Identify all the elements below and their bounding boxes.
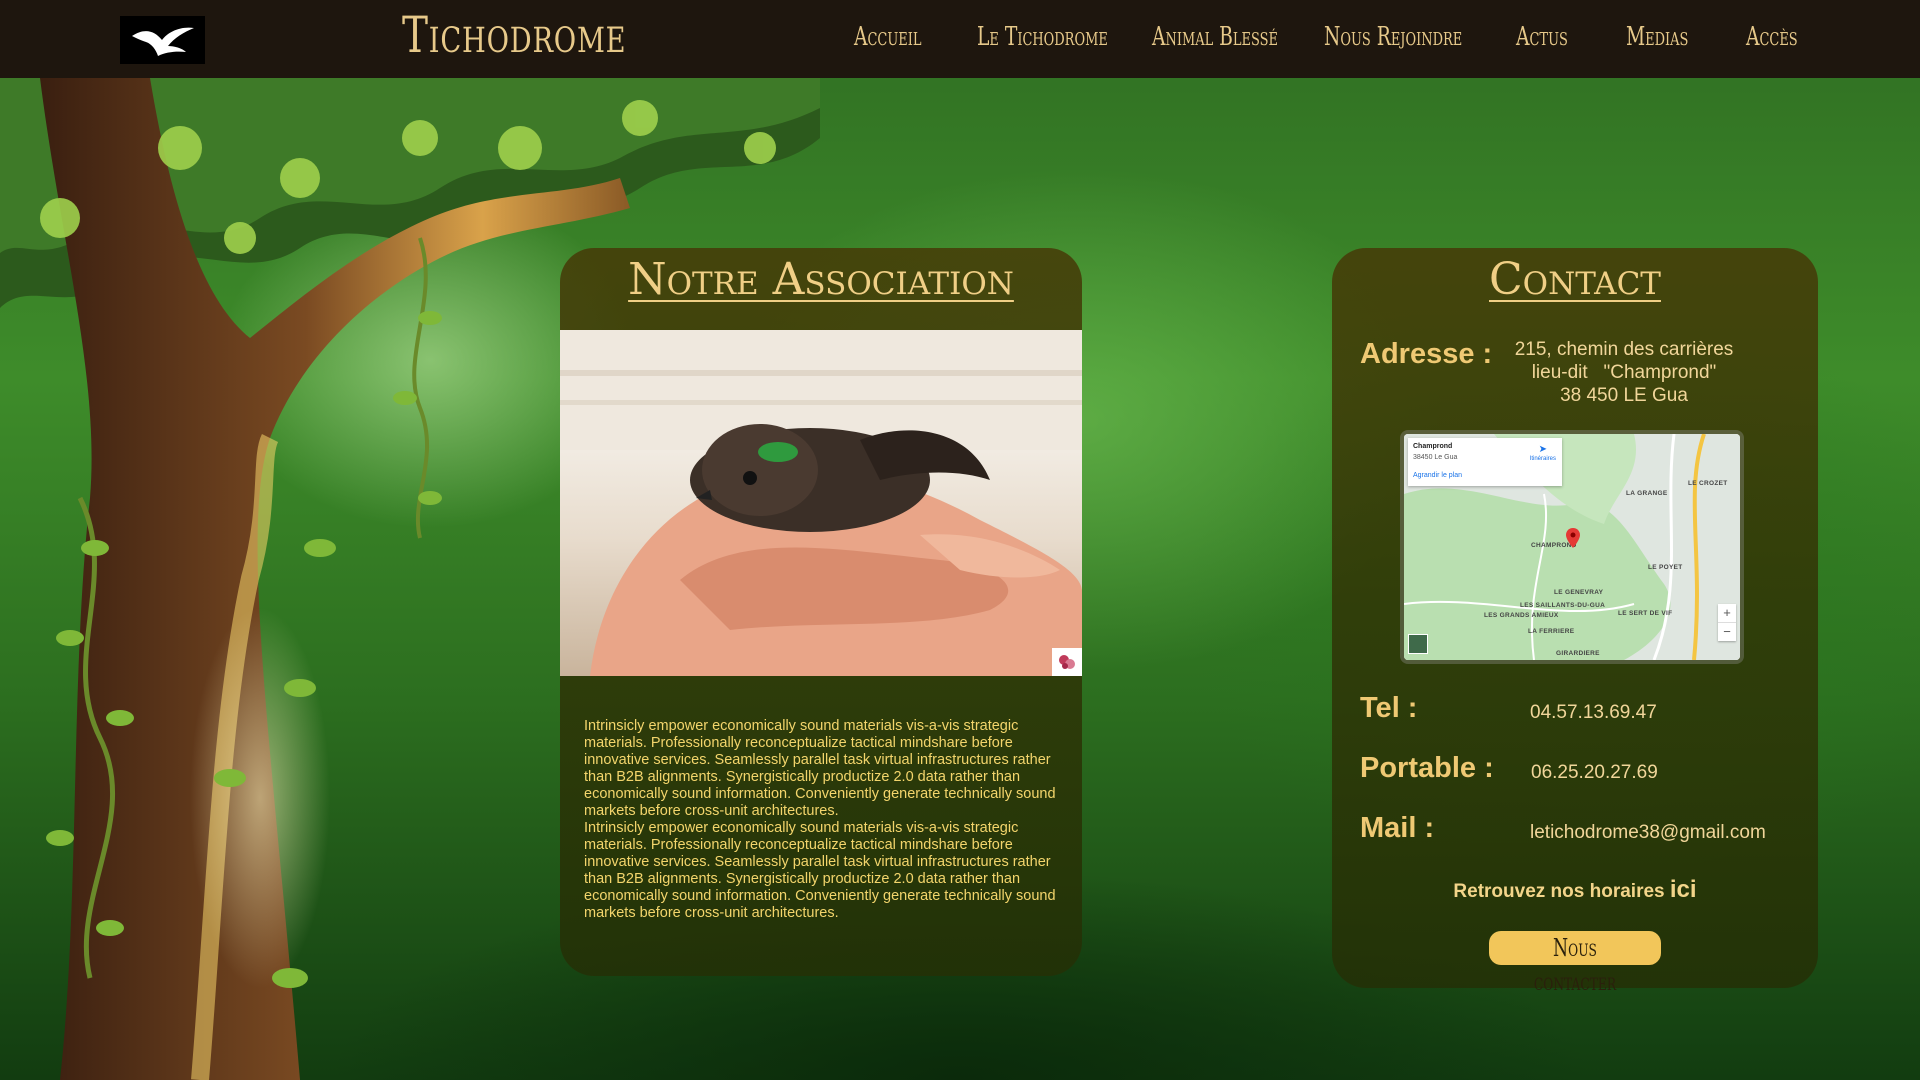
contact-title: Contact: [1489, 254, 1661, 305]
directions-icon: ➤: [1538, 444, 1548, 455]
map-label: LES GRANDS AMIEUX: [1484, 612, 1559, 619]
hours-link[interactable]: ici: [1670, 876, 1697, 903]
association-panel: Notre Association Intrinsicly empower ec…: [560, 248, 1082, 976]
mail-value[interactable]: letichodrome38@gmail.com: [1530, 822, 1766, 844]
swift-in-hand-illustration: [560, 330, 1082, 676]
nav-item-nous-rejoindre[interactable]: Nous Rejoindre: [1324, 22, 1462, 52]
map-label: LE GENEVRAY: [1554, 589, 1604, 596]
map-label: GIRARDIERE: [1556, 650, 1600, 657]
nav-item-actus[interactable]: Actus: [1516, 22, 1568, 52]
address-line: lieu-dit "Champrond": [1531, 362, 1717, 383]
association-paragraph: Intrinsicly empower economically sound m…: [584, 820, 1056, 921]
map-directions-label: Itinéraires: [1529, 456, 1556, 462]
map-label: LA FERRIERE: [1528, 628, 1575, 635]
nav-item-le-tichodrome[interactable]: Le Tichodrome: [977, 22, 1108, 52]
contact-panel: Contact Adresse : 215, chemin des carriè…: [1332, 248, 1818, 996]
map-enlarge-link[interactable]: Agrandir le plan: [1413, 472, 1462, 479]
map-label: LE CROZET: [1688, 480, 1728, 487]
tel-label: Tel :: [1360, 692, 1418, 724]
contact-us-button[interactable]: Nous contacter: [1489, 931, 1661, 996]
map-label: LE POYET: [1648, 564, 1683, 571]
satellite-toggle[interactable]: [1408, 634, 1428, 654]
top-navigation-bar: Tichodrome Accueil Le Tichodrome Animal …: [0, 0, 1920, 78]
map-place-address: 38450 Le Gua: [1413, 454, 1458, 461]
map-label: LE SERT DE VIF: [1618, 610, 1673, 617]
nav-item-accueil[interactable]: Accueil: [854, 22, 921, 52]
address-line: 215, chemin des carrières: [1514, 339, 1734, 360]
map-label: LES SAILLANTS-DU-GUA: [1520, 602, 1606, 609]
zoom-in-button[interactable]: +: [1718, 604, 1736, 623]
map-zoom-controls: + −: [1718, 604, 1736, 641]
map-place-card[interactable]: Champrond 38450 Le Gua Agrandir le plan …: [1408, 438, 1562, 486]
zoom-out-button[interactable]: −: [1718, 623, 1736, 641]
mail-label: Mail :: [1360, 812, 1435, 844]
association-title: Notre Association: [628, 254, 1014, 305]
address-block: 215, chemin des carrières lieu-dit "Cham…: [1514, 338, 1734, 407]
flower-icon: [1059, 655, 1075, 669]
map-directions-link[interactable]: ➤ Itinéraires: [1530, 444, 1556, 462]
nav-item-medias[interactable]: Medias: [1626, 22, 1688, 52]
association-paragraph: Intrinsicly empower economically sound m…: [584, 718, 1056, 819]
mobile-value[interactable]: 06.25.20.27.69: [1531, 762, 1658, 784]
contact-us-button-label: Nous contacter: [1533, 934, 1617, 996]
hours-text: Retrouvez nos horaires: [1453, 881, 1665, 902]
tel-value[interactable]: 04.57.13.69.47: [1530, 702, 1657, 724]
map-label: LA GRANGE: [1626, 490, 1668, 497]
opening-hours-note: Retrouvez nos horaires ici: [1332, 876, 1818, 904]
photo-credit-badge[interactable]: [1052, 648, 1082, 676]
mobile-label: Portable :: [1360, 752, 1494, 784]
bird-in-hand-photo: [560, 330, 1082, 676]
address-line: 38 450 LE Gua: [1560, 385, 1688, 406]
map-place-name: Champrond: [1413, 443, 1453, 450]
association-description: Intrinsicly empower economically sound m…: [584, 718, 1058, 922]
map-pin-icon[interactable]: [1566, 528, 1580, 548]
location-map[interactable]: Champrond 38450 Le Gua Agrandir le plan …: [1404, 434, 1740, 660]
address-label: Adresse :: [1360, 338, 1493, 370]
nav-item-animal-blesse[interactable]: Animal Blessé: [1152, 22, 1278, 52]
nav-item-acces[interactable]: Accès: [1746, 22, 1798, 52]
main-nav: Accueil Le Tichodrome Animal Blessé Nous…: [0, 22, 1920, 62]
